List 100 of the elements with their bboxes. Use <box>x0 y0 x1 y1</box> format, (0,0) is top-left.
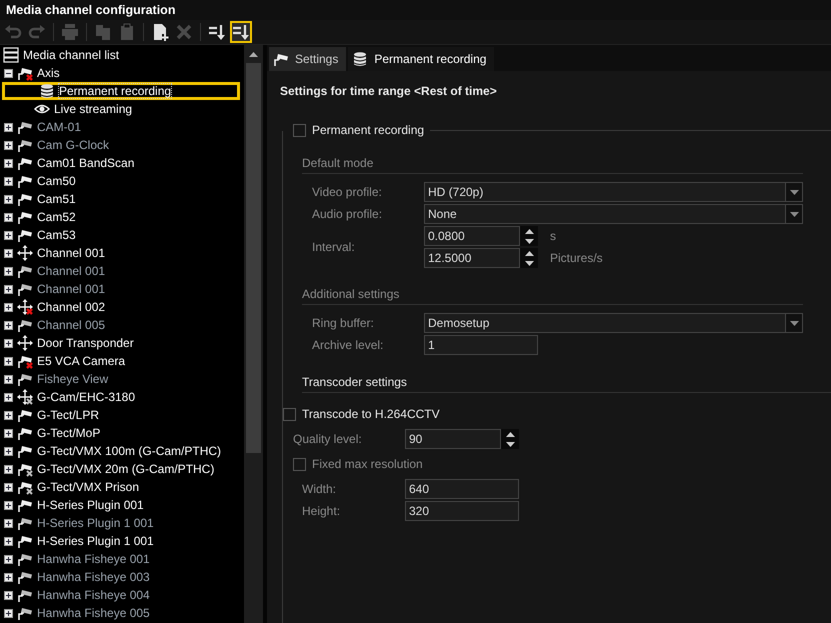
expand-icon[interactable] <box>4 590 13 600</box>
checkbox-label: Permanent recording <box>312 123 424 137</box>
tree-item[interactable]: Fisheye View <box>0 370 244 388</box>
tree-item[interactable]: Door Transponder <box>0 334 244 352</box>
tree-item[interactable]: Channel 005 <box>0 316 244 334</box>
tree-item[interactable]: Cam52 <box>0 208 244 226</box>
field-label: Interval: <box>312 240 355 254</box>
move-arrows-icon <box>17 245 33 261</box>
expand-icon[interactable] <box>4 500 13 510</box>
tree-item[interactable]: G-Tect/LPR <box>0 406 244 424</box>
expand-icon[interactable] <box>4 554 13 564</box>
list-icon <box>3 47 19 63</box>
tree-item[interactable]: G-Tect/MoP <box>0 424 244 442</box>
expand-icon[interactable] <box>4 302 13 312</box>
tree-item[interactable]: Hanwha Fisheye 003 <box>0 568 244 586</box>
database-icon <box>352 51 368 67</box>
camera-icon <box>17 425 33 441</box>
tree-item[interactable]: Channel 001 <box>0 262 244 280</box>
expand-icon[interactable] <box>4 284 13 294</box>
tree-item[interactable]: Cam53 <box>0 226 244 244</box>
expand-icon[interactable] <box>4 518 13 528</box>
expand-icon[interactable] <box>4 212 13 222</box>
expand-icon[interactable] <box>4 572 13 582</box>
tree-item[interactable]: Axis <box>0 64 244 82</box>
camera-icon <box>17 263 33 279</box>
tree-item[interactable]: Hanwha Fisheye 005 <box>0 604 244 622</box>
tree-item[interactable]: H-Series Plugin 001 <box>0 496 244 514</box>
expand-icon[interactable] <box>4 536 13 546</box>
tree-item[interactable]: Channel 001 <box>0 244 244 262</box>
scroll-up-icon <box>249 52 258 56</box>
expand-icon[interactable] <box>4 464 13 474</box>
tree-item[interactable]: Cam51 <box>0 190 244 208</box>
expand-icon[interactable] <box>4 338 13 348</box>
camera-icon <box>17 551 33 567</box>
unit-label: Pictures/s <box>550 251 603 265</box>
checkbox[interactable] <box>283 408 296 420</box>
tree-item[interactable]: H-Series Plugin 1 001 <box>0 532 244 550</box>
camera-icon <box>17 605 33 621</box>
tree-item[interactable]: G-Tect/VMX 100m (G-Cam/PTHC) <box>0 442 244 460</box>
tree-item[interactable]: Channel 002 <box>0 298 244 316</box>
camera-icon <box>273 51 289 67</box>
tree-item[interactable]: Cam G-Clock <box>0 136 244 154</box>
tree-item[interactable]: G-Tect/VMX Prison <box>0 478 244 496</box>
expand-icon[interactable] <box>4 608 13 618</box>
expand-icon[interactable] <box>4 230 13 240</box>
spin-buttons[interactable] <box>520 248 538 268</box>
tree-root[interactable]: Media channel list <box>23 48 120 62</box>
tree-item[interactable]: Live streaming <box>0 100 244 118</box>
camera-off-icon <box>17 461 33 477</box>
expand-icon[interactable] <box>4 194 13 204</box>
tree-item[interactable]: Channel 001 <box>0 280 244 298</box>
camera-icon <box>17 137 33 153</box>
tree-item[interactable]: H-Series Plugin 1 001 <box>0 514 244 532</box>
scrollbar[interactable] <box>244 45 263 623</box>
camera-icon <box>17 569 33 585</box>
camera-icon <box>17 587 33 603</box>
expand-icon[interactable] <box>4 266 13 276</box>
expand-icon[interactable] <box>4 248 13 258</box>
spin-buttons[interactable] <box>501 429 519 449</box>
tree-item[interactable]: Permanent recording <box>2 82 240 100</box>
expand-icon[interactable] <box>4 428 13 438</box>
expand-icon[interactable] <box>4 410 13 420</box>
expand-icon[interactable] <box>4 374 13 384</box>
tab[interactable]: Settings <box>269 47 346 71</box>
camera-icon <box>17 191 33 207</box>
tab[interactable]: Permanent recording <box>348 47 494 71</box>
expand-icon[interactable] <box>4 356 13 366</box>
expand-icon[interactable] <box>4 392 13 402</box>
tree-item[interactable]: Hanwha Fisheye 004 <box>0 586 244 604</box>
spin-buttons[interactable] <box>520 226 538 246</box>
expand-icon[interactable] <box>4 158 13 168</box>
move-arrows-icon <box>17 335 33 351</box>
tree-item[interactable]: Cam01 BandScan <box>0 154 244 172</box>
field-label: Width: <box>302 482 336 496</box>
expand-icon[interactable] <box>4 140 13 150</box>
tree-item[interactable]: E5 VCA Camera <box>0 352 244 370</box>
expand-icon[interactable] <box>4 446 13 456</box>
expand-icon[interactable] <box>4 482 13 492</box>
sort-button[interactable] <box>230 21 252 43</box>
expand-icon[interactable] <box>4 122 13 132</box>
tree-item[interactable]: G-Tect/VMX 20m (G-Cam/PTHC) <box>0 460 244 478</box>
collapse-icon[interactable] <box>4 68 13 78</box>
tree-item[interactable]: CAM-01 <box>0 118 244 136</box>
tree-item[interactable]: Hanwha Fisheye 001 <box>0 550 244 568</box>
camera-icon <box>17 119 33 135</box>
tree-item[interactable]: G-Cam/EHC-3180 <box>0 388 244 406</box>
window-title: Media channel configuration <box>0 0 831 20</box>
camera-icon <box>17 533 33 549</box>
expand-icon[interactable] <box>4 320 13 330</box>
dropdown-arrow-icon <box>790 320 798 326</box>
camera-off-icon <box>17 479 33 495</box>
camera-icon <box>17 443 33 459</box>
field-label: Ring buffer: <box>312 316 374 330</box>
dropdown-arrow-icon <box>790 212 798 216</box>
expand-icon[interactable] <box>4 176 13 186</box>
group-title: Transcoder settings <box>302 375 407 389</box>
up-arrow-icon <box>524 228 534 234</box>
tree-item[interactable]: Cam50 <box>0 172 244 190</box>
checkbox[interactable] <box>293 124 306 136</box>
camera-icon <box>17 371 33 387</box>
